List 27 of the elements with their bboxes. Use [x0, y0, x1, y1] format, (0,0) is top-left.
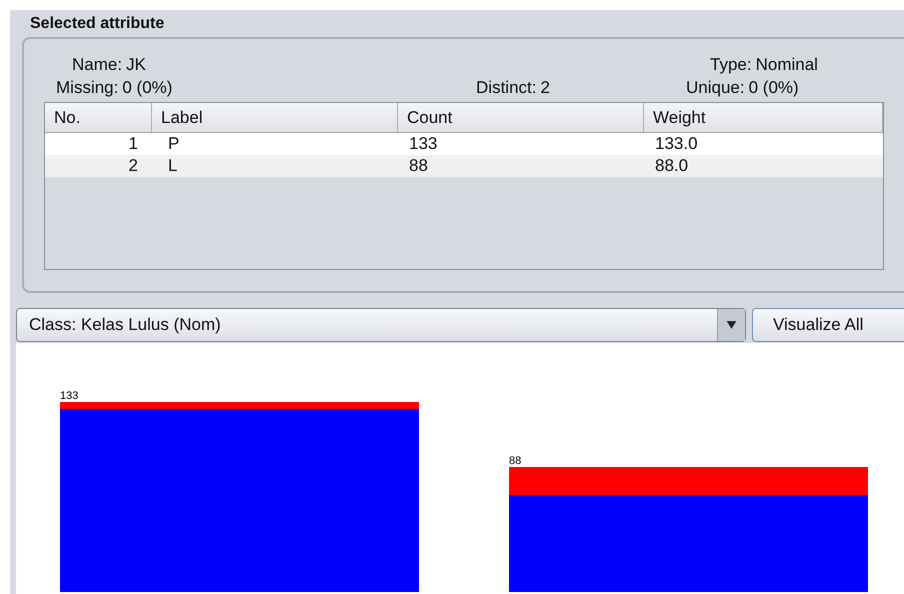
class-dropdown[interactable]: Class: Kelas Lulus (Nom)	[16, 308, 746, 342]
field-label: Unique:	[686, 77, 745, 99]
field-label: Distinct:	[476, 77, 536, 99]
field-value: 2	[540, 77, 550, 99]
table-cell-text: P	[167, 133, 180, 155]
column-header[interactable]: Weight	[644, 103, 883, 132]
table-cell-text: L	[167, 155, 178, 177]
panel-title: Selected attribute	[29, 14, 164, 34]
bar-value-label: 133	[60, 390, 78, 402]
field-value: 0 (0%)	[748, 77, 799, 99]
table-cell-text: 1	[128, 133, 139, 155]
field-value: 0 (0%)	[122, 77, 172, 99]
bar-value-label: 88	[509, 455, 522, 467]
field-value: Nominal	[756, 54, 818, 76]
column-header[interactable]: Count	[398, 103, 644, 132]
field-label: Type:	[710, 54, 752, 76]
table-cell-text: 133	[408, 133, 438, 155]
field-value: JK	[126, 54, 146, 76]
column-header[interactable]: No.	[45, 103, 152, 132]
field-label: Name:	[72, 54, 122, 76]
table-cell-text: 88	[408, 155, 429, 177]
column-header[interactable]: Label	[152, 103, 398, 132]
field-label: Missing:	[56, 77, 118, 99]
visualize-all-button[interactable]: Visualize All	[752, 308, 904, 342]
table-cell-text: 133.0	[654, 133, 699, 155]
table-cell-text: 2	[128, 155, 139, 177]
table-cell-text: 88.0	[654, 155, 690, 177]
